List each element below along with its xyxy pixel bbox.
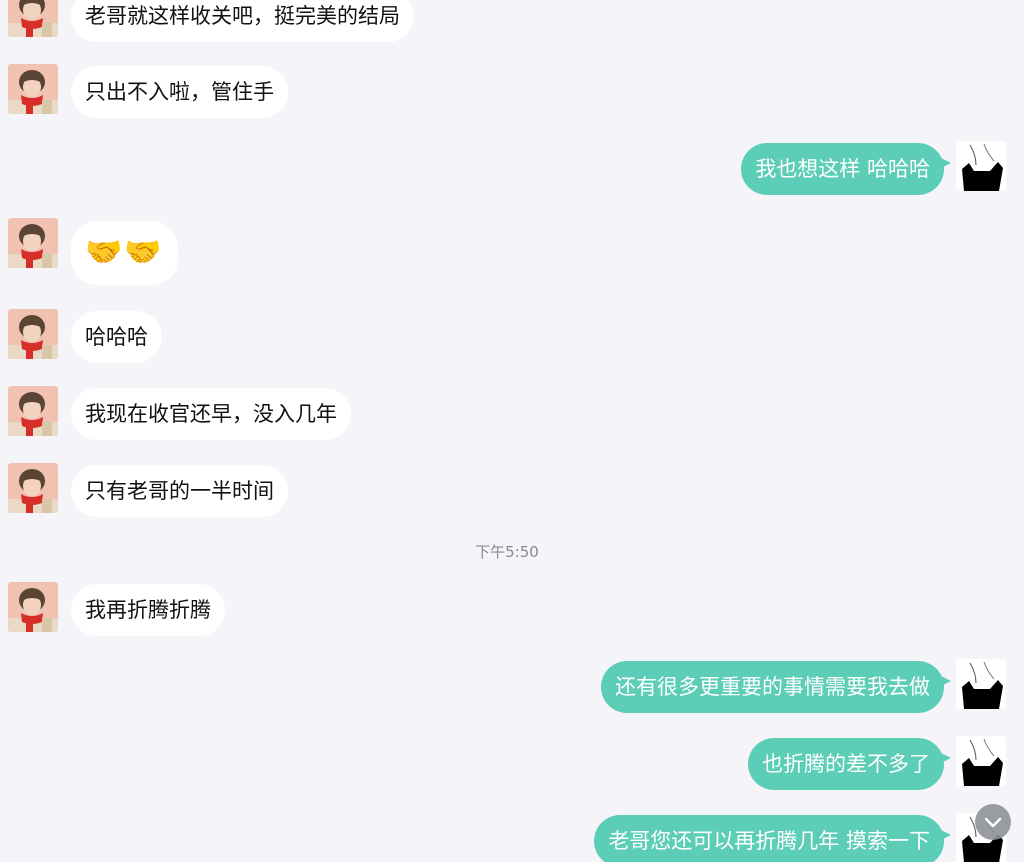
message-bubble-incoming[interactable]: 我现在收官还早，没入几年 — [71, 388, 351, 440]
avatar-black-cat-silhouette-icon — [956, 141, 1006, 191]
contact-avatar[interactable] — [8, 463, 58, 513]
message-bubble-outgoing[interactable]: 我也想这样 哈哈哈 — [741, 143, 951, 195]
message-bubble-emoji[interactable]: 🤝🤝 — [71, 221, 178, 285]
message-bubble-outgoing[interactable]: 还有很多更重要的事情需要我去做 — [601, 661, 951, 713]
timestamp-divider: 下午5:50 — [475, 543, 539, 561]
message-bubble-incoming[interactable]: 哈哈哈 — [71, 311, 162, 363]
avatar-girl-red-scarf-icon — [8, 218, 58, 268]
avatar-girl-red-scarf-icon — [8, 0, 58, 37]
contact-avatar[interactable] — [8, 64, 58, 114]
message-bubble-outgoing[interactable]: 老哥您还可以再折腾几年 摸索一下 — [594, 815, 951, 862]
self-avatar[interactable] — [956, 141, 1006, 191]
contact-avatar[interactable] — [8, 218, 58, 268]
chevron-down-icon — [984, 817, 1002, 828]
self-avatar[interactable] — [956, 659, 1006, 709]
avatar-girl-red-scarf-icon — [8, 463, 58, 513]
message-bubble-outgoing[interactable]: 也折腾的差不多了 — [748, 738, 951, 790]
avatar-girl-red-scarf-icon — [8, 582, 58, 632]
avatar-girl-red-scarf-icon — [8, 309, 58, 359]
contact-avatar[interactable] — [8, 582, 58, 632]
avatar-girl-red-scarf-icon — [8, 64, 58, 114]
chat-window: 老哥就这样收关吧，挺完美的结局 只出不入啦，管住手 我也想这样 哈哈哈 🤝🤝 哈… — [0, 0, 1024, 862]
contact-avatar[interactable] — [8, 386, 58, 436]
message-bubble-incoming[interactable]: 只有老哥的一半时间 — [71, 465, 288, 517]
contact-avatar[interactable] — [8, 309, 58, 359]
scroll-to-bottom-button[interactable] — [975, 804, 1011, 840]
self-avatar[interactable] — [956, 736, 1006, 786]
message-bubble-incoming[interactable]: 只出不入啦，管住手 — [71, 66, 288, 118]
avatar-black-cat-silhouette-icon — [956, 736, 1006, 786]
avatar-girl-red-scarf-icon — [8, 386, 58, 436]
contact-avatar[interactable] — [8, 0, 58, 37]
message-bubble-incoming[interactable]: 老哥就这样收关吧，挺完美的结局 — [71, 0, 414, 42]
avatar-black-cat-silhouette-icon — [956, 659, 1006, 709]
message-bubble-incoming[interactable]: 我再折腾折腾 — [71, 584, 225, 636]
